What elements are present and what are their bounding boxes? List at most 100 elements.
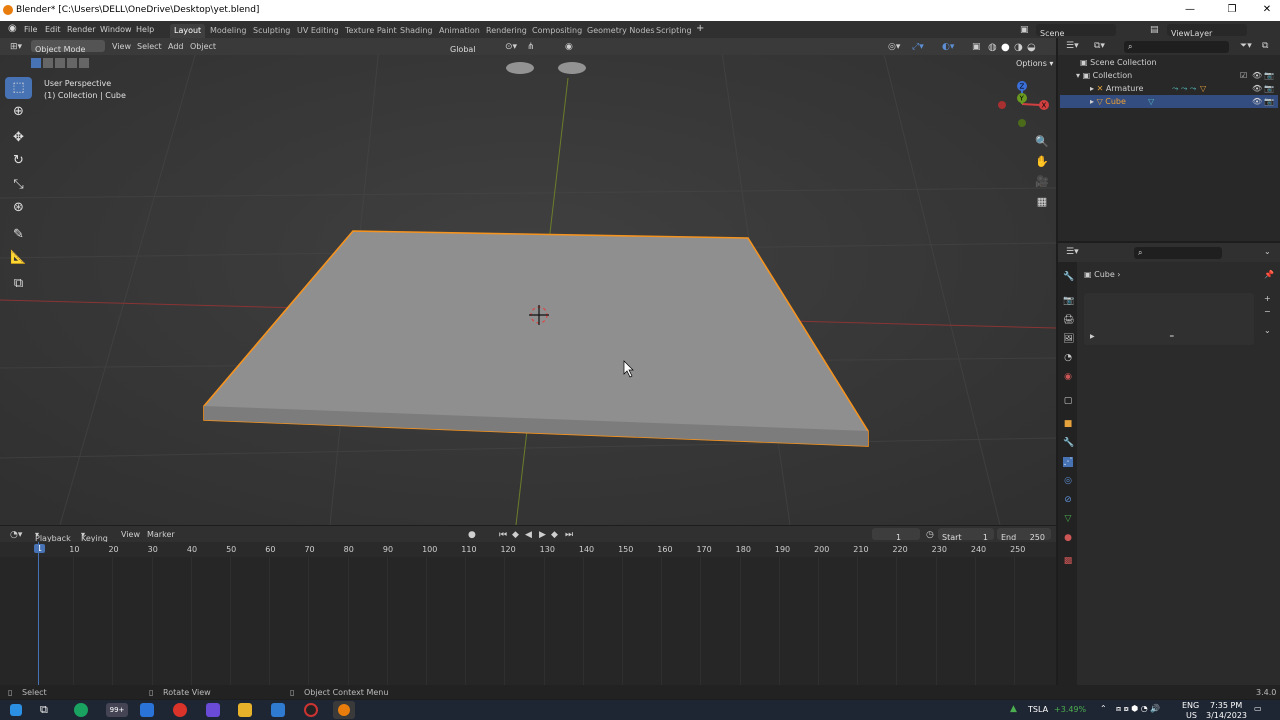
filter-icon[interactable]: ⏷▾: [1240, 41, 1252, 51]
keying-menu[interactable]: Keying ▾: [81, 530, 108, 543]
collection-row[interactable]: ▾ ▣ Collection ☑ 👁 📷: [1060, 69, 1278, 82]
tab-shading[interactable]: Shading: [396, 24, 437, 38]
select-new-icon[interactable]: [31, 58, 41, 68]
file-explorer-icon[interactable]: [238, 703, 252, 717]
tab-layout[interactable]: Layout: [170, 24, 206, 38]
timeline-view-menu[interactable]: View: [121, 530, 140, 539]
editor-type-icon[interactable]: ⊞▾: [10, 42, 22, 52]
marker-menu[interactable]: Marker: [147, 530, 175, 539]
render-tab-icon[interactable]: 📷: [1063, 296, 1074, 306]
select-subtract-icon[interactable]: [55, 58, 65, 68]
perspective-toggle-icon[interactable]: ▦: [1032, 193, 1052, 211]
blender-menu-icon[interactable]: ◉: [8, 23, 17, 34]
minimize-button[interactable]: —: [1180, 3, 1200, 17]
outliner-editor-icon[interactable]: ☰▾: [1066, 41, 1079, 51]
select-box-tool[interactable]: ⬚: [5, 77, 32, 99]
view-layer-tab-icon[interactable]: 🖼: [1063, 334, 1074, 344]
snap-icon[interactable]: ⋔: [527, 42, 535, 52]
cube-visibility-icon[interactable]: 👁: [1252, 95, 1262, 108]
menu-add[interactable]: Add: [168, 42, 184, 51]
task-view-icon[interactable]: ⧉: [40, 703, 54, 717]
properties-options-icon[interactable]: ⌄: [1264, 247, 1271, 256]
scene-tab-icon[interactable]: ◔: [1063, 353, 1073, 363]
end-frame-field[interactable]: End 250: [997, 528, 1051, 542]
input-language[interactable]: ENG: [1182, 701, 1199, 710]
mode-selector[interactable]: Object Mode: [31, 40, 105, 54]
tab-animation[interactable]: Animation: [435, 24, 484, 38]
zoom-icon[interactable]: 🔍: [1032, 133, 1052, 151]
navigation-gizmo[interactable]: Z Y X: [996, 76, 1054, 132]
remove-slot-icon[interactable]: −: [1264, 307, 1271, 316]
copilot-icon[interactable]: [206, 703, 220, 717]
uilist-panel[interactable]: ▶ ═: [1084, 293, 1254, 345]
properties-search-input[interactable]: ⌕: [1134, 247, 1222, 259]
select-intersect-icon[interactable]: [79, 58, 89, 68]
rendered-shading-icon[interactable]: ◒: [1027, 42, 1036, 53]
jump-end-icon[interactable]: ⏭: [565, 530, 573, 540]
move-tool[interactable]: ✥: [5, 127, 32, 149]
armature-visibility-icon[interactable]: 👁: [1252, 82, 1262, 95]
armature-render-icon[interactable]: 📷: [1264, 82, 1274, 95]
tab-modeling[interactable]: Modeling: [206, 24, 250, 38]
menu-file[interactable]: File: [24, 25, 37, 34]
play-reverse-icon[interactable]: ◀: [525, 530, 532, 540]
next-keyframe-icon[interactable]: ◆: [551, 530, 558, 540]
tab-compositing[interactable]: Compositing: [528, 24, 586, 38]
menu-window[interactable]: Window: [100, 25, 132, 34]
overlay-toggle-icon[interactable]: ◐▾: [942, 42, 954, 52]
constraints-tab-icon[interactable]: ⊘: [1063, 495, 1073, 505]
playback-menu[interactable]: Playback ▾: [35, 530, 71, 543]
blender-taskbar-button[interactable]: [333, 701, 355, 719]
collection-render-icon[interactable]: 📷: [1264, 69, 1274, 82]
tab-texture-paint[interactable]: Texture Paint: [341, 24, 401, 38]
selection-mode-buttons[interactable]: [31, 58, 91, 70]
collection-checkbox-icon[interactable]: ☑: [1240, 69, 1247, 82]
menu-view[interactable]: View: [112, 42, 131, 51]
outliner-search-input[interactable]: ⌕: [1124, 41, 1229, 53]
gizmo-toggle-icon[interactable]: ⤢▾: [912, 42, 924, 52]
select-invert-icon[interactable]: [67, 58, 77, 68]
tab-geometry-nodes[interactable]: Geometry Nodes: [583, 24, 658, 38]
tray-app-icons[interactable]: ⧈ ⧇ ⬢ ◔ 🔊: [1116, 704, 1160, 714]
scene-collection-row[interactable]: ▣ Scene Collection: [1060, 56, 1278, 69]
current-frame-field[interactable]: 1: [872, 528, 920, 542]
outliner-item-cube[interactable]: ▸ ▽ Cube ▽ 👁 📷: [1060, 95, 1278, 108]
notification-app-icon[interactable]: 99+: [106, 703, 128, 717]
output-tab-icon[interactable]: 🖨: [1063, 315, 1074, 325]
opera-icon[interactable]: [173, 703, 187, 717]
cursor-tool[interactable]: ⊕: [5, 101, 32, 123]
play-icon[interactable]: ▶: [539, 530, 546, 540]
options-button[interactable]: Options ▾: [1016, 59, 1053, 68]
start-frame-field[interactable]: Start 1: [938, 528, 994, 542]
object-tab-icon[interactable]: ■: [1063, 419, 1073, 429]
uilist-resize-icon[interactable]: ═: [1170, 333, 1174, 340]
pivot-icon[interactable]: ⊙▾: [505, 42, 517, 52]
jump-start-icon[interactable]: ⏮: [499, 530, 507, 540]
tool-tab-icon[interactable]: 🔧: [1063, 272, 1074, 282]
menu-select[interactable]: Select: [137, 42, 162, 51]
maximize-button[interactable]: ❐: [1222, 3, 1242, 17]
windows-start-icon[interactable]: [10, 704, 22, 716]
camera-view-icon[interactable]: 🎥: [1032, 173, 1052, 191]
view-layer-selector[interactable]: ViewLayer: [1167, 24, 1247, 38]
timeline-editor-icon[interactable]: ◔▾: [10, 530, 22, 540]
pan-hand-icon[interactable]: ✋: [1032, 153, 1052, 171]
select-extend-icon[interactable]: [43, 58, 53, 68]
material-tab-icon[interactable]: ●: [1063, 533, 1073, 543]
transform-tool[interactable]: ⊛: [5, 197, 32, 219]
measure-tool[interactable]: 📐: [5, 247, 32, 269]
3d-viewport[interactable]: [0, 38, 1056, 525]
tray-chevron-icon[interactable]: ⌃: [1100, 704, 1107, 713]
notifications-icon[interactable]: ▭: [1254, 704, 1262, 713]
menu-render[interactable]: Render: [67, 25, 95, 34]
scene-selector[interactable]: Scene: [1036, 24, 1116, 38]
clock-time[interactable]: 7:35 PM: [1210, 701, 1242, 710]
frame-ruler[interactable]: 1 10 20 30 40 50 60 70 80 90 100 110 120 130 140 150 160…: [0, 542, 1056, 557]
orientation-selector[interactable]: Global: [446, 40, 498, 54]
tab-sculpting[interactable]: Sculpting: [249, 24, 294, 38]
physics-tab-icon[interactable]: ◎: [1063, 476, 1073, 486]
rotate-tool[interactable]: ↻: [5, 150, 32, 172]
visibility-icon[interactable]: ◎▾: [888, 42, 900, 52]
menu-help[interactable]: Help: [136, 25, 154, 34]
calendar-icon[interactable]: [140, 703, 154, 717]
